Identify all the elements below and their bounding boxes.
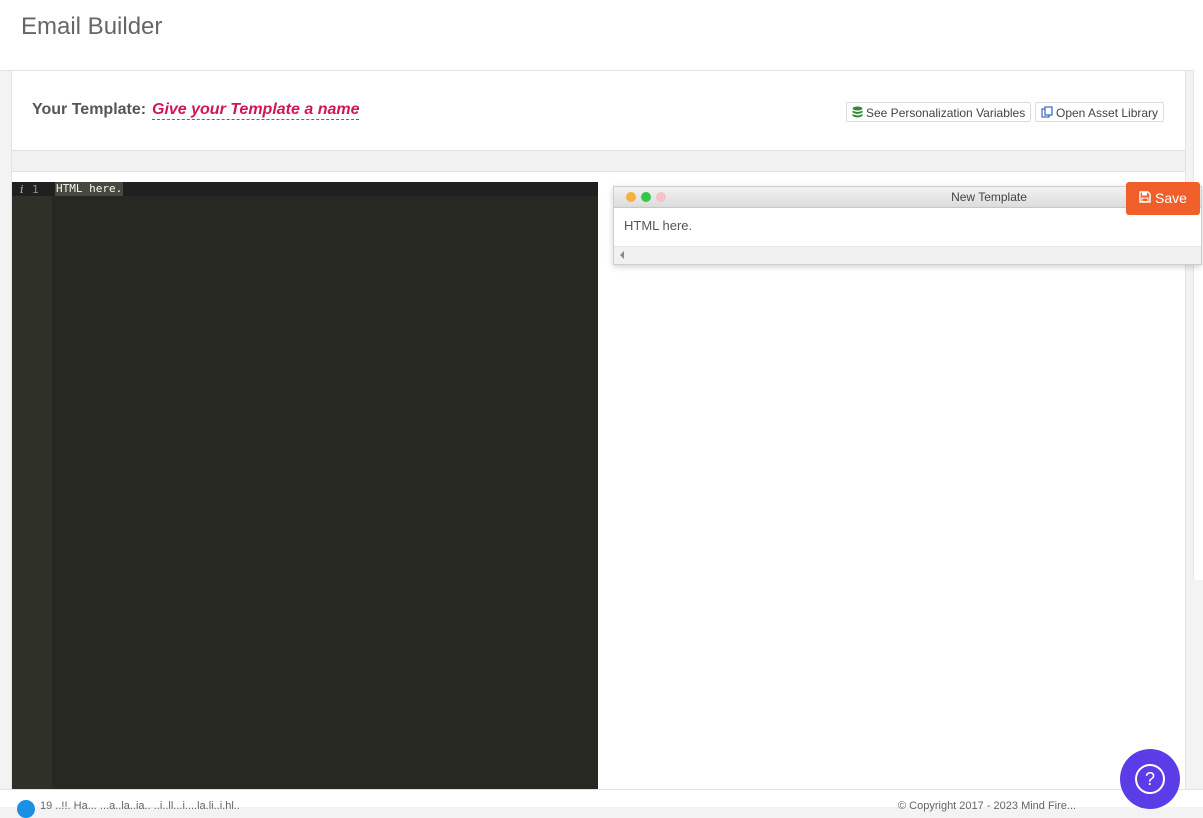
- copy-icon: [1041, 104, 1053, 124]
- footer-left-text: 19 ..!!. Ha... ...a..la..ia.. ..i..ll...…: [40, 800, 240, 812]
- preview-title: New Template: [951, 190, 1027, 204]
- question-circle-icon: ?: [1135, 764, 1165, 794]
- copyright-text: © Copyright 2017 - 2023 Mind Fire...: [898, 800, 1077, 812]
- info-annotation-icon: i: [20, 183, 24, 196]
- preview-horizontal-scrollbar[interactable]: [614, 246, 1201, 264]
- database-icon: [852, 104, 863, 124]
- template-header: Your Template: Give your Template a name…: [12, 71, 1185, 151]
- editor-gutter: [12, 182, 52, 806]
- code-editor[interactable]: i 1 HTML here.: [12, 182, 598, 806]
- page-scrollbar[interactable]: [1193, 70, 1203, 580]
- preview-content: HTML here.: [624, 218, 693, 233]
- save-button[interactable]: Save: [1126, 182, 1200, 215]
- page-title: Email Builder: [21, 13, 163, 40]
- top-bar: Email Builder: [0, 0, 1203, 71]
- personalization-variables-button[interactable]: See Personalization Variables: [846, 102, 1031, 122]
- footer: 19 ..!!. Ha... ...a..la..ia.. ..i..ll...…: [0, 789, 1203, 818]
- template-name-editable[interactable]: Give your Template a name: [152, 101, 360, 120]
- builder-card: Your Template: Give your Template a name…: [11, 71, 1186, 806]
- personalization-label: See Personalization Variables: [866, 106, 1026, 120]
- template-label: Your Template:: [32, 101, 147, 118]
- save-label: Save: [1155, 190, 1187, 206]
- asset-library-label: Open Asset Library: [1056, 106, 1159, 120]
- line-number: 1: [32, 183, 39, 196]
- open-asset-library-button[interactable]: Open Asset Library: [1035, 102, 1164, 122]
- scroll-left-arrow-icon[interactable]: [620, 251, 624, 259]
- floppy-disk-icon: [1139, 182, 1151, 215]
- code-line[interactable]: HTML here.: [55, 182, 124, 196]
- footer-logo-icon: [17, 800, 35, 818]
- preview-window: New Template HTML here.: [613, 186, 1202, 265]
- preview-titlebar[interactable]: New Template: [614, 187, 1201, 208]
- help-button[interactable]: ?: [1120, 749, 1180, 809]
- editor-toolbar: [12, 151, 1185, 172]
